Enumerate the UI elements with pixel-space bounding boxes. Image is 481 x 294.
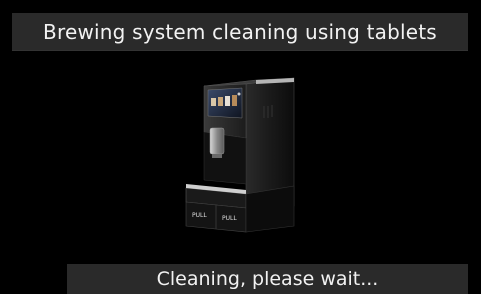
status-bar: Cleaning, please wait... [67, 264, 468, 294]
cleaning-screen: Brewing system cleaning using tablets PU… [0, 0, 481, 294]
coffee-machine-illustration: PULL PULL [176, 76, 316, 240]
page-title: Brewing system cleaning using tablets [43, 19, 437, 44]
left-bin-label: PULL [192, 212, 207, 219]
title-bar: Brewing system cleaning using tablets [12, 13, 468, 51]
status-text: Cleaning, please wait... [156, 268, 379, 290]
right-bin-label: PULL [222, 215, 237, 222]
coffee-machine-icon: PULL PULL [185, 77, 295, 233]
